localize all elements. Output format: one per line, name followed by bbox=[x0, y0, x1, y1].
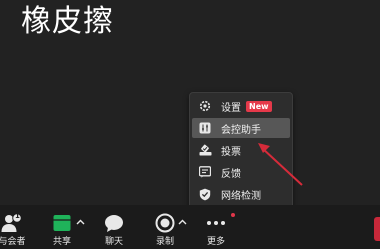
chat-bubble-icon bbox=[104, 213, 124, 233]
new-badge: New bbox=[246, 100, 272, 112]
participants-icon bbox=[0, 213, 24, 233]
end-meeting-button-edge[interactable] bbox=[374, 217, 380, 241]
menu-item-label: 设置 bbox=[221, 102, 241, 114]
share-screen-icon bbox=[53, 213, 71, 233]
more-button[interactable]: 更多 bbox=[198, 205, 234, 249]
menu-item-settings[interactable]: 设置 New bbox=[192, 96, 290, 116]
annotation-arrow bbox=[258, 143, 303, 186]
gear-icon bbox=[198, 99, 212, 113]
share-button[interactable]: 共享 bbox=[44, 205, 80, 249]
record-options-chevron-up-icon[interactable] bbox=[178, 219, 187, 225]
menu-item-label: 反馈 bbox=[221, 168, 241, 180]
record-icon bbox=[155, 213, 175, 233]
more-dots-icon bbox=[206, 213, 226, 233]
chat-button[interactable]: 聊天 bbox=[96, 205, 132, 249]
participants-label: 与会者 bbox=[0, 237, 26, 247]
participants-button[interactable]: 1 与会者 bbox=[0, 205, 30, 249]
share-options-chevron-up-icon[interactable] bbox=[76, 219, 85, 225]
participants-count: 1 bbox=[15, 212, 20, 220]
share-label: 共享 bbox=[52, 237, 71, 247]
page-title: 橡皮擦 bbox=[21, 4, 114, 39]
vote-icon bbox=[198, 143, 212, 157]
record-label: 录制 bbox=[155, 237, 174, 247]
notification-dot bbox=[231, 213, 235, 217]
feedback-icon bbox=[198, 165, 212, 179]
sliders-icon bbox=[198, 121, 212, 135]
record-button[interactable]: 录制 bbox=[147, 205, 183, 249]
more-label: 更多 bbox=[206, 237, 225, 247]
menu-item-label: 投票 bbox=[221, 146, 241, 158]
network-check-icon bbox=[198, 187, 212, 201]
chat-label: 聊天 bbox=[104, 237, 123, 247]
